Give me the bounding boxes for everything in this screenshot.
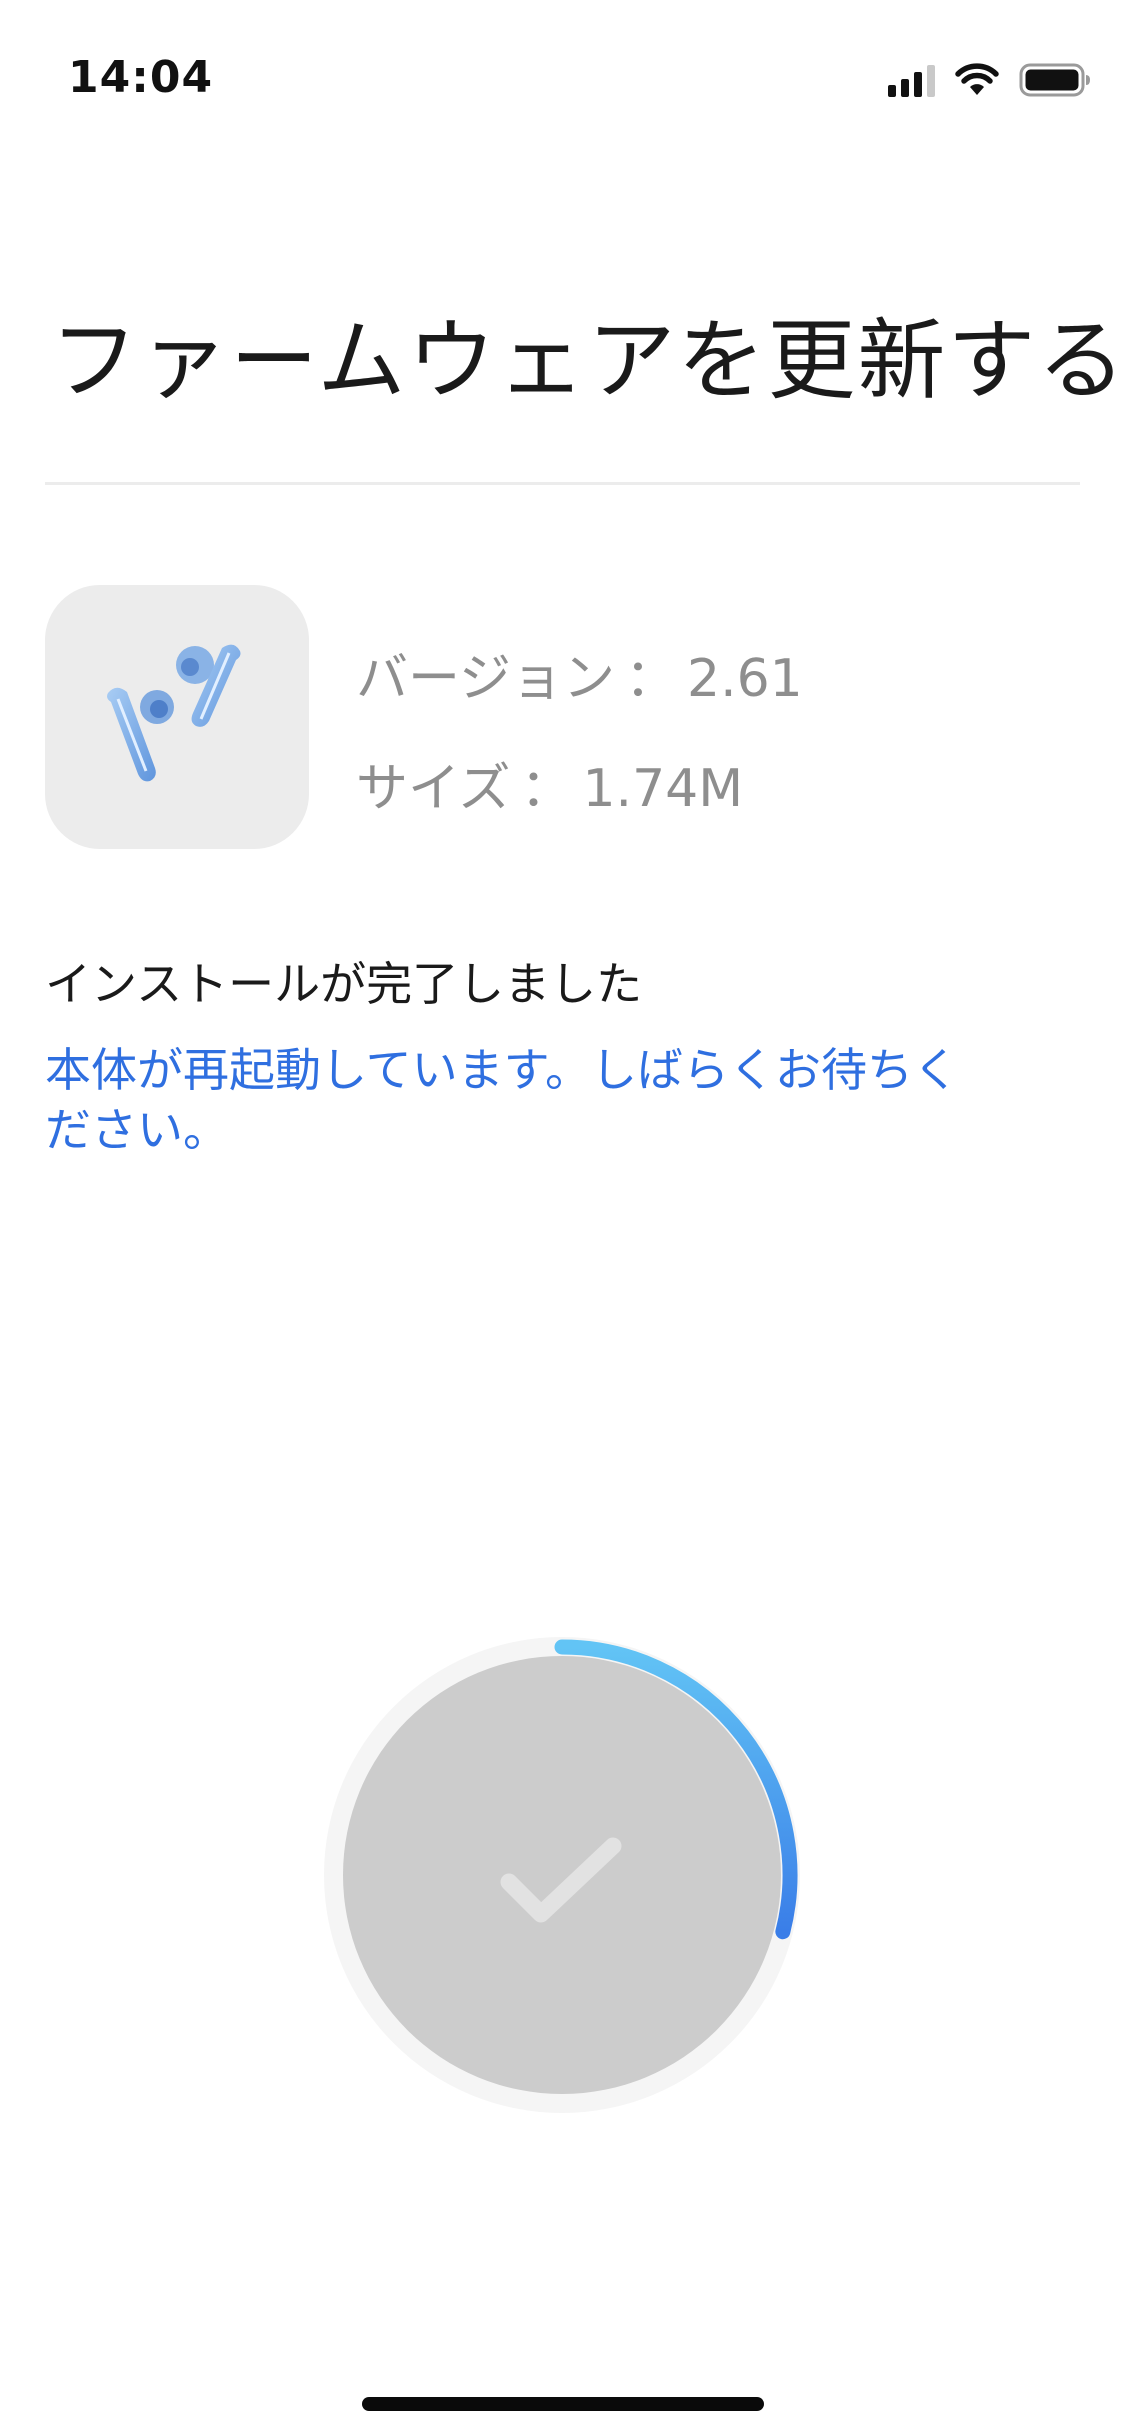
- wifi-icon: [955, 63, 999, 97]
- firmware-version: バージョン： 2.61: [356, 649, 803, 709]
- device-thumbnail: [45, 585, 309, 849]
- size-label: サイズ: [356, 759, 511, 819]
- restart-message: 本体が再起動しています。しばらくお待ちください。: [45, 1043, 960, 1157]
- version-value: 2.61: [686, 649, 803, 709]
- firmware-size: サイズ： 1.74M: [356, 759, 744, 819]
- size-value: 1.74M: [582, 759, 744, 819]
- status-icons: [888, 62, 1091, 98]
- battery-icon: [1019, 62, 1091, 98]
- earbuds-icon: [107, 644, 241, 782]
- divider: [45, 482, 1080, 485]
- cellular-signal-icon: [888, 63, 935, 97]
- page-title: ファームウェアを更新する: [50, 309, 1125, 412]
- install-status: インストールが完了しました: [45, 957, 643, 1011]
- status-bar: 14:04: [0, 0, 1125, 150]
- status-time: 14:04: [68, 52, 214, 103]
- progress-ring: [322, 1635, 802, 2115]
- progress-inner-circle: [343, 1656, 781, 2094]
- home-indicator[interactable]: [362, 2397, 764, 2411]
- version-label: バージョン: [356, 649, 615, 709]
